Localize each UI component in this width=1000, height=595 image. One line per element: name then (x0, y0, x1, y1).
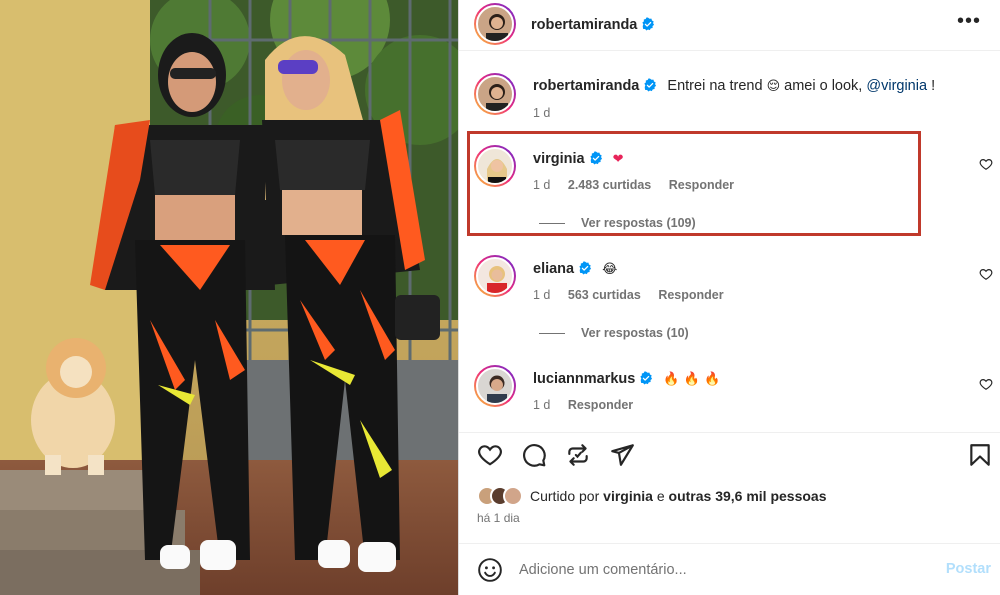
comment-username[interactable]: virginia (533, 151, 585, 167)
laughing-emoji-icon: 😂 (602, 262, 618, 277)
caption-avatar[interactable] (474, 73, 516, 115)
comment-input[interactable] (519, 556, 919, 584)
author-avatar[interactable] (474, 3, 516, 45)
like-comment-icon[interactable] (979, 377, 993, 391)
liked-connector: e (656, 488, 665, 504)
comment-text: eliana 😂 (533, 261, 617, 277)
post-image (0, 0, 458, 595)
commenter-avatar[interactable] (474, 365, 516, 407)
relieved-emoji-icon: 😌 (766, 79, 781, 94)
comment-likes[interactable]: 2.483 curtidas (568, 178, 651, 192)
view-replies-button[interactable]: Ver respostas (109) (539, 216, 696, 230)
mention-link[interactable]: @virginia (866, 78, 927, 94)
liked-user[interactable]: virginia (603, 488, 653, 504)
comment-time: 1 d (533, 178, 551, 192)
reply-button[interactable]: Responder (658, 288, 723, 302)
view-replies-label: Ver respostas (109) (581, 216, 696, 230)
reply-button[interactable]: Responder (568, 398, 633, 412)
comment-text: virginia ❤ (533, 151, 624, 167)
view-replies-label: Ver respostas (10) (581, 326, 689, 340)
add-comment-bar: Postar (459, 543, 1000, 595)
post-photo[interactable] (0, 0, 458, 595)
post-panel: robertamiranda ••• robertamiranda Entrei… (458, 0, 1000, 595)
repost-icon[interactable] (565, 442, 591, 468)
caption-body: Entrei na trend (667, 78, 763, 94)
heart-emoji-icon: ❤ (612, 152, 624, 167)
replies-line (539, 223, 565, 225)
commenter-avatar[interactable] (474, 145, 516, 187)
comment-username[interactable]: luciannmarkus (533, 371, 635, 387)
caption-time: 1 d (533, 106, 551, 120)
comment-time: 1 d (533, 398, 551, 412)
verified-icon (642, 17, 655, 31)
replies-line (539, 333, 565, 335)
actions-divider (459, 432, 1000, 433)
verified-icon (579, 261, 592, 275)
verified-icon (589, 151, 602, 165)
caption-username[interactable]: robertamiranda (533, 78, 639, 94)
caption-body-2: amei o look, (784, 78, 863, 94)
comment-icon[interactable] (521, 442, 547, 468)
comment-time: 1 d (533, 288, 551, 302)
comment-username[interactable]: eliana (533, 261, 574, 277)
liked-by[interactable]: Curtido por virginia e outras 39,6 mil p… (477, 485, 827, 507)
comment-likes[interactable]: 563 curtidas (568, 288, 641, 302)
bookmark-icon[interactable] (967, 442, 993, 468)
comment-text: luciannmarkus 🔥 🔥 🔥 (533, 371, 720, 387)
header-divider (459, 50, 1000, 51)
more-options-icon[interactable]: ••• (957, 11, 981, 31)
action-bar (459, 435, 1000, 475)
liked-prefix: Curtido por (530, 488, 600, 504)
view-replies-button[interactable]: Ver respostas (10) (539, 326, 689, 340)
caption-text: robertamiranda Entrei na trend 😌 amei o … (533, 78, 935, 94)
liked-others[interactable]: outras 39,6 mil pessoas (669, 488, 827, 504)
reply-button[interactable]: Responder (669, 178, 734, 192)
caption: robertamiranda Entrei na trend 😌 amei o … (459, 70, 1000, 128)
like-comment-icon[interactable] (979, 157, 993, 171)
like-comment-icon[interactable] (979, 267, 993, 281)
verified-icon (644, 78, 657, 92)
comment-item: virginia ❤ 1 d 2.483 curtidas Responder … (459, 143, 1000, 235)
comment-meta: 1 d 2.483 curtidas Responder (533, 178, 748, 192)
post-header: robertamiranda ••• (459, 0, 1000, 50)
like-icon[interactable] (477, 442, 503, 468)
commenter-avatar[interactable] (474, 255, 516, 297)
emoji-icon[interactable] (477, 557, 503, 583)
comment-item: luciannmarkus 🔥 🔥 🔥 1 d Responder (459, 363, 1000, 423)
post-button[interactable]: Postar (946, 561, 991, 577)
verified-icon (640, 371, 653, 385)
comment-meta: 1 d 563 curtidas Responder (533, 288, 738, 302)
post-time: há 1 dia (477, 511, 520, 525)
liker-avatar (503, 486, 523, 506)
liked-by-text: Curtido por virginia e outras 39,6 mil p… (530, 488, 827, 504)
caption-meta: 1 d (533, 106, 564, 120)
comment-meta: 1 d Responder (533, 398, 647, 412)
fire-emoji-icon: 🔥 🔥 🔥 (663, 372, 721, 387)
share-icon[interactable] (609, 442, 635, 468)
comment-item: eliana 😂 1 d 563 curtidas Responder Ver … (459, 253, 1000, 345)
caption-end: ! (931, 78, 936, 94)
author-username[interactable]: robertamiranda (531, 17, 637, 33)
